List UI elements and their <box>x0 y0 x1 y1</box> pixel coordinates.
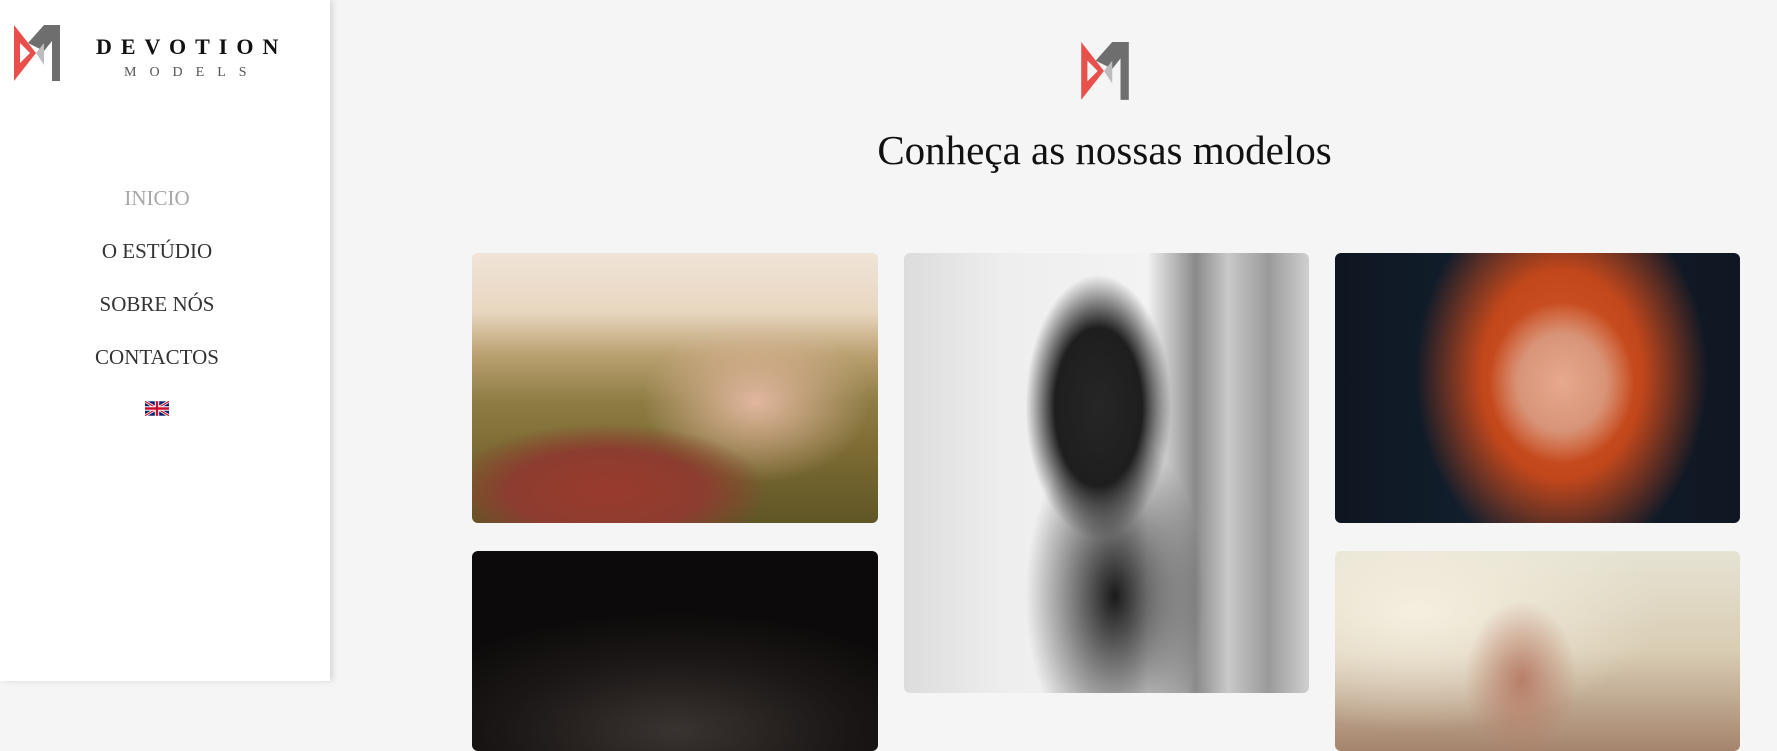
main-content: Conheça as nossas modelos <box>337 0 1777 751</box>
nav-item-o-estudio[interactable]: O ESTÚDIO <box>0 236 314 289</box>
sidebar: DEVOTION MODELS INICIO O ESTÚDIO SOBRE N… <box>0 0 330 681</box>
brand-subtitle: MODELS <box>124 65 260 80</box>
model-photo-sunlight[interactable] <box>1335 551 1740 751</box>
model-photo-red-hair[interactable] <box>1335 253 1740 523</box>
nav-item-contactos[interactable]: CONTACTOS <box>0 342 314 395</box>
devotion-logo-icon <box>14 25 60 81</box>
main-nav: INICIO O ESTÚDIO SOBRE NÓS CONTACTOS <box>0 183 314 421</box>
page-title: Conheça as nossas modelos <box>877 127 1332 173</box>
model-photo-dark[interactable] <box>472 551 878 751</box>
devotion-logo-icon <box>1081 42 1129 100</box>
model-photo-black-white[interactable] <box>904 253 1309 693</box>
brand-name: DEVOTION <box>96 34 288 59</box>
uk-flag-icon[interactable] <box>144 400 170 421</box>
nav-item-inicio[interactable]: INICIO <box>0 183 314 236</box>
nav-item-sobre-nos[interactable]: SOBRE NÓS <box>0 289 314 342</box>
model-photo-grass[interactable] <box>472 253 878 523</box>
